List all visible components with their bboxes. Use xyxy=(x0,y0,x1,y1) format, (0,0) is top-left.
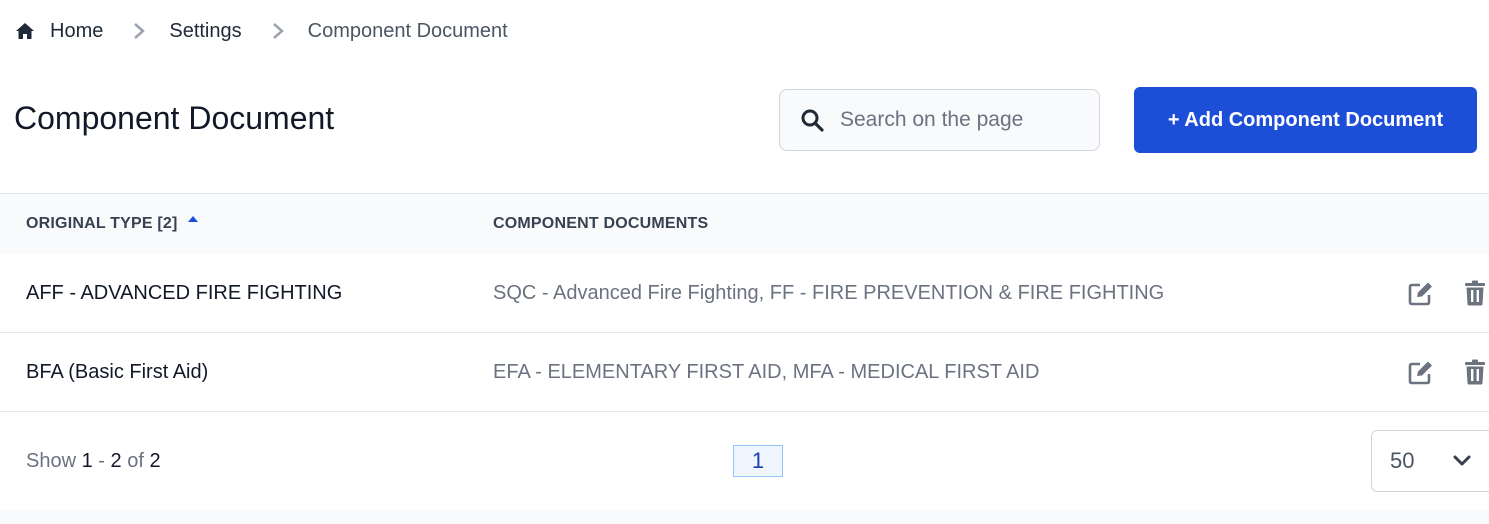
search-icon xyxy=(800,108,824,132)
sort-ascending-icon[interactable] xyxy=(187,216,198,222)
range-dash: - xyxy=(98,450,105,472)
bottom-strip xyxy=(0,510,1489,524)
column-header-label: ORIGINAL TYPE [2] xyxy=(26,215,178,232)
of-label: of xyxy=(127,450,144,472)
chevron-right-icon xyxy=(272,22,284,40)
table-header: ORIGINAL TYPE [2] COMPONENT DOCUMENTS xyxy=(0,193,1489,254)
edit-icon[interactable] xyxy=(1408,359,1434,385)
row-actions xyxy=(1408,280,1486,306)
edit-icon[interactable] xyxy=(1408,280,1434,306)
delete-icon[interactable] xyxy=(1464,359,1486,385)
row-actions xyxy=(1408,359,1486,385)
page-button-current[interactable]: 1 xyxy=(733,445,783,477)
breadcrumb-settings[interactable]: Settings xyxy=(169,20,241,43)
page-size-value: 50 xyxy=(1390,448,1415,473)
page-size-select[interactable]: 50 xyxy=(1371,430,1489,492)
breadcrumb: Home Settings Component Document xyxy=(15,18,508,44)
chevron-down-icon xyxy=(1452,453,1472,469)
range-to: 2 xyxy=(110,450,122,472)
column-component-documents[interactable]: COMPONENT DOCUMENTS xyxy=(493,215,708,233)
pagination-summary: Show 1 - 2 of 2 xyxy=(26,450,161,473)
chevron-right-icon xyxy=(133,22,146,40)
breadcrumb-home[interactable]: Home xyxy=(50,20,103,43)
delete-icon[interactable] xyxy=(1464,280,1486,306)
component-documents-cell: EFA - ELEMENTARY FIRST AID, MFA - MEDICA… xyxy=(493,360,1040,383)
range-from: 1 xyxy=(81,450,93,472)
component-document-table: ORIGINAL TYPE [2] COMPONENT DOCUMENTS AF… xyxy=(0,193,1489,412)
search-input[interactable] xyxy=(840,108,1080,132)
search-box[interactable] xyxy=(779,89,1100,151)
show-label: Show xyxy=(26,450,77,472)
original-type-cell: BFA (Basic First Aid) xyxy=(26,360,209,383)
table-footer: Show 1 - 2 of 2 1 50 xyxy=(0,412,1489,510)
breadcrumb-current: Component Document xyxy=(307,19,508,42)
original-type-cell: AFF - ADVANCED FIRE FIGHTING xyxy=(26,281,343,304)
component-documents-cell: SQC - Advanced Fire Fighting, FF - FIRE … xyxy=(493,281,1165,304)
range-total: 2 xyxy=(149,450,161,472)
column-original-type[interactable]: ORIGINAL TYPE [2] xyxy=(26,215,198,233)
page-title: Component Document xyxy=(14,100,335,136)
add-component-document-button[interactable]: + Add Component Document xyxy=(1134,87,1477,153)
table-row[interactable]: AFF - ADVANCED FIRE FIGHTING SQC - Advan… xyxy=(0,254,1489,333)
home-icon[interactable] xyxy=(15,21,35,41)
table-row[interactable]: BFA (Basic First Aid) EFA - ELEMENTARY F… xyxy=(0,333,1489,412)
